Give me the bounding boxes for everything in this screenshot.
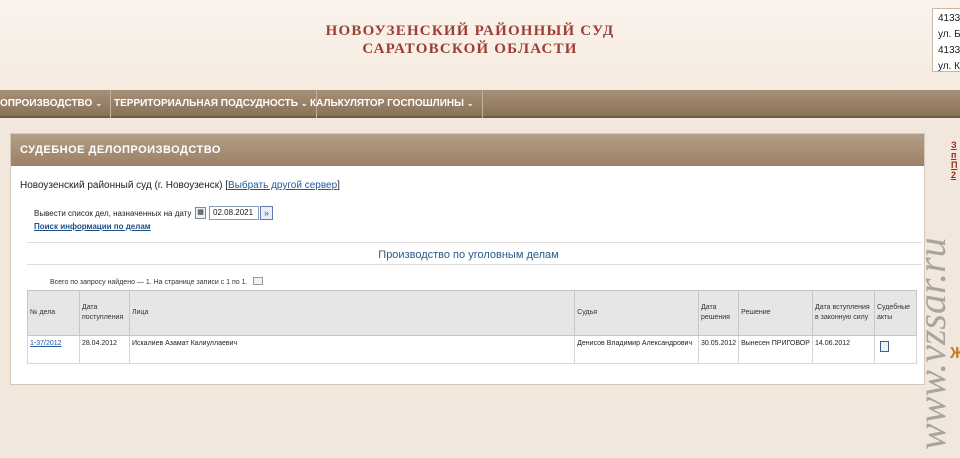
- cell-persons: Искалиев Азамат Калиуллаевич: [128, 335, 576, 364]
- col-header-effective-date: Дата вступления в законную силу: [812, 290, 875, 336]
- court-title: НОВОУЗЕНСКИЙ РАЙОННЫЙ СУД САРАТОВСКОЙ ОБ…: [300, 22, 640, 58]
- chevron-down-icon: ⌄: [466, 99, 474, 108]
- col-header-decision: Решение: [738, 290, 814, 336]
- court-title-line1: НОВОУЗЕНСКИЙ РАЙОННЫЙ СУД: [325, 23, 615, 39]
- col-header-decision-date: Дата решения: [698, 290, 740, 336]
- address-box: 4133 ул. Б 4133 ул. К: [932, 8, 960, 72]
- server-name: Новоузенский районный суд (г. Новоузенск…: [20, 180, 229, 191]
- main-nav: ОПРОИЗВОДСТВО ⌄ ТЕРРИТОРИАЛЬНАЯ ПОДСУДНОС…: [0, 90, 960, 118]
- address-line: ул. Б: [938, 29, 960, 40]
- address-line: 4133: [938, 13, 960, 24]
- col-header-case-no: № дела: [27, 290, 80, 336]
- nav-item-jurisdiction[interactable]: ТЕРРИТОРИАЛЬНАЯ ПОДСУДНОСТЬ ⌄: [106, 90, 317, 118]
- date-input[interactable]: 02.08.2021: [209, 206, 259, 220]
- cell-decision-date: 30.05.2012: [698, 335, 740, 364]
- results-count-text: Всего по запросу найдено — 1. На страниц…: [50, 279, 248, 286]
- watermark: www.vzsar.ru: [904, 100, 960, 458]
- section-title: Производство по уголовным делам: [378, 249, 559, 261]
- show-cases-button[interactable]: »: [260, 206, 273, 220]
- col-header-persons: Лица: [128, 290, 576, 336]
- cell-received: 28.04.2012: [78, 335, 130, 364]
- nav-item-label: ОПРОИЗВОДСТВО: [0, 98, 93, 109]
- server-line: Новоузенский районный суд (г. Новоузенск…: [20, 180, 340, 191]
- cases-table: № дела Дата поступления Лица Судья Дата …: [27, 290, 918, 364]
- date-label: Вывести список дел, назначенных на дату: [34, 209, 192, 218]
- table-row: 1-37/2012 28.04.2012 Искалиев Азамат Кал…: [27, 335, 918, 364]
- col-header-received: Дата поступления: [78, 290, 130, 336]
- watermark-text: www.vzsar.ru: [909, 237, 954, 450]
- case-search-link[interactable]: Поиск информации по делам: [34, 222, 151, 231]
- col-header-judge: Судья: [574, 290, 700, 336]
- nav-item-production[interactable]: ОПРОИЗВОДСТВО ⌄: [0, 90, 112, 118]
- cell-decision: Вынесен ПРИГОВОР: [738, 335, 814, 364]
- print-icon[interactable]: [253, 277, 264, 285]
- document-icon[interactable]: [879, 341, 889, 352]
- calendar-icon[interactable]: ▦: [195, 207, 206, 219]
- results-count: Всего по запросу найдено — 1. На страниц…: [50, 277, 264, 286]
- address-line: ул. К: [938, 61, 960, 72]
- case-number-link[interactable]: 1-37/2012: [30, 340, 62, 347]
- cell-effective-date: 14.06.2012: [812, 335, 875, 364]
- divider: [27, 242, 922, 243]
- table-header-row: № дела Дата поступления Лица Судья Дата …: [27, 290, 918, 336]
- court-records-panel: СУДЕБНОЕ ДЕЛОПРОИЗВОДСТВО Новоузенский р…: [10, 133, 925, 385]
- change-server-link[interactable]: Выбрать другой сервер: [228, 180, 337, 191]
- nav-item-label: КАЛЬКУЛЯТОР ГОСПОШЛИНЫ: [310, 98, 464, 109]
- nav-item-fee-calculator[interactable]: КАЛЬКУЛЯТОР ГОСПОШЛИНЫ ⌄: [302, 90, 483, 118]
- cell-judge: Денисов Владимир Александрович: [574, 335, 700, 364]
- server-suffix: ]: [337, 180, 340, 191]
- site-header: НОВОУЗЕНСКИЙ РАЙОННЫЙ СУД САРАТОВСКОЙ ОБ…: [0, 0, 960, 90]
- panel-title: СУДЕБНОЕ ДЕЛОПРОИЗВОДСТВО: [11, 134, 924, 166]
- chevron-down-icon: ⌄: [95, 99, 103, 108]
- divider: [27, 264, 922, 265]
- court-title-line2: САРАТОВСКОЙ ОБЛАСТИ: [362, 41, 578, 57]
- nav-item-label: ТЕРРИТОРИАЛЬНАЯ ПОДСУДНОСТЬ: [114, 98, 298, 109]
- cell-case-no: 1-37/2012: [27, 335, 80, 364]
- address-line: 4133: [938, 45, 960, 56]
